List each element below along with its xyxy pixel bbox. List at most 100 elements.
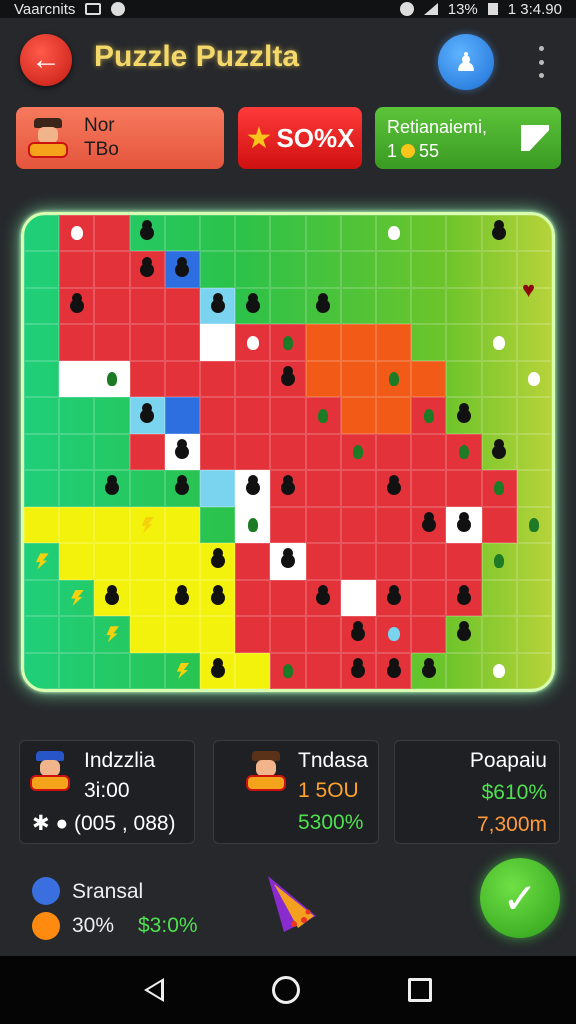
board-cell[interactable] xyxy=(411,470,447,507)
board-cell[interactable] xyxy=(270,251,306,288)
board-cell[interactable] xyxy=(446,470,482,507)
board-cell[interactable] xyxy=(340,470,376,507)
board-cell[interactable] xyxy=(270,506,306,544)
black-piece-icon[interactable] xyxy=(280,481,295,496)
board-cell[interactable] xyxy=(129,397,165,434)
black-piece-icon[interactable] xyxy=(175,481,190,496)
board-cell[interactable] xyxy=(235,433,271,471)
board-cell[interactable] xyxy=(376,433,412,471)
board-cell[interactable] xyxy=(270,360,306,398)
board-cell[interactable] xyxy=(129,287,165,325)
white-piece-icon[interactable] xyxy=(70,226,83,241)
board-cell[interactable] xyxy=(129,543,165,580)
board-cell[interactable] xyxy=(129,324,165,361)
board-cell[interactable] xyxy=(270,324,306,361)
board-cell[interactable] xyxy=(516,433,552,471)
green-piece-icon[interactable] xyxy=(318,408,329,423)
board-cell[interactable] xyxy=(481,616,517,653)
board-cell[interactable] xyxy=(340,616,376,653)
board-cell[interactable] xyxy=(446,579,482,617)
opponent-stats-panel[interactable]: Tndasa 1 5OU 5300% xyxy=(213,740,379,844)
board-cell[interactable] xyxy=(94,215,130,252)
board-cell[interactable] xyxy=(164,397,200,434)
board-cell[interactable] xyxy=(376,543,412,580)
black-piece-icon[interactable] xyxy=(175,444,190,459)
board-cell[interactable] xyxy=(59,433,95,471)
board-cell[interactable] xyxy=(235,506,271,544)
board-cell[interactable] xyxy=(411,543,447,580)
black-piece-icon[interactable] xyxy=(456,517,471,532)
black-piece-icon[interactable] xyxy=(210,663,225,678)
board-cell[interactable] xyxy=(235,360,271,398)
board-cell[interactable] xyxy=(24,324,60,361)
board-cell[interactable] xyxy=(481,506,517,544)
board-cell[interactable] xyxy=(24,287,60,325)
board-cell[interactable] xyxy=(446,433,482,471)
board-cell[interactable] xyxy=(129,215,165,252)
green-piece-icon[interactable] xyxy=(388,372,399,387)
more-options-button[interactable] xyxy=(532,46,550,78)
board-cell[interactable] xyxy=(235,251,271,288)
white-piece-icon[interactable] xyxy=(528,372,541,387)
board-cell[interactable] xyxy=(305,215,341,252)
lightning-icon[interactable] xyxy=(71,589,84,606)
board-cell[interactable] xyxy=(305,543,341,580)
board-cell[interactable] xyxy=(94,506,130,544)
board-cell[interactable] xyxy=(129,470,165,507)
board-cell[interactable] xyxy=(129,616,165,653)
board-cell[interactable] xyxy=(164,579,200,617)
board-cell[interactable] xyxy=(200,616,236,653)
board-cell[interactable] xyxy=(446,360,482,398)
board-cell[interactable] xyxy=(24,251,60,288)
black-piece-icon[interactable] xyxy=(421,517,436,532)
board-cell[interactable] xyxy=(200,470,236,507)
board-cell[interactable] xyxy=(24,652,60,689)
board-cell[interactable] xyxy=(59,506,95,544)
board-cell[interactable] xyxy=(516,506,552,544)
board-cell[interactable] xyxy=(59,543,95,580)
black-piece-icon[interactable] xyxy=(210,590,225,605)
board-cell[interactable] xyxy=(376,287,412,325)
board-cell[interactable] xyxy=(411,433,447,471)
board-cell[interactable] xyxy=(129,433,165,471)
board-cell[interactable] xyxy=(200,579,236,617)
lightning-icon[interactable] xyxy=(141,516,155,533)
board-cell[interactable] xyxy=(376,324,412,361)
board-cell[interactable] xyxy=(270,543,306,580)
board-cell[interactable] xyxy=(376,616,412,653)
board-cell[interactable] xyxy=(376,579,412,617)
board-cell[interactable] xyxy=(481,251,517,288)
board-cell[interactable] xyxy=(164,652,200,689)
board-cell[interactable] xyxy=(270,652,306,689)
board-cell[interactable] xyxy=(94,251,130,288)
board-cell[interactable] xyxy=(164,251,200,288)
white-piece-icon[interactable] xyxy=(246,335,259,350)
black-piece-icon[interactable] xyxy=(175,262,190,277)
board-cell[interactable] xyxy=(305,397,341,434)
board-cell[interactable] xyxy=(446,287,482,325)
board-cell[interactable] xyxy=(376,652,412,689)
black-piece-icon[interactable] xyxy=(386,590,401,605)
black-piece-icon[interactable] xyxy=(492,226,507,241)
board-cell[interactable] xyxy=(200,324,236,361)
board-cell[interactable] xyxy=(24,543,60,580)
confirm-button[interactable]: ✓ xyxy=(480,858,560,938)
board-cell[interactable] xyxy=(270,215,306,252)
board-cell[interactable] xyxy=(481,433,517,471)
board-cell[interactable] xyxy=(340,287,376,325)
board-cell[interactable] xyxy=(94,616,130,653)
board-cell[interactable] xyxy=(305,251,341,288)
board-cell[interactable] xyxy=(235,215,271,252)
black-piece-icon[interactable] xyxy=(421,663,436,678)
board-cell[interactable] xyxy=(200,652,236,689)
board-cell[interactable] xyxy=(164,543,200,580)
board-cell[interactable] xyxy=(481,652,517,689)
board-cell[interactable] xyxy=(94,543,130,580)
board-cell[interactable] xyxy=(270,287,306,325)
board-cell[interactable] xyxy=(481,215,517,252)
board-cell[interactable] xyxy=(446,506,482,544)
black-piece-icon[interactable] xyxy=(140,262,155,277)
board-cell[interactable] xyxy=(270,470,306,507)
board-cell[interactable] xyxy=(200,506,236,544)
white-piece-icon[interactable] xyxy=(493,335,506,350)
